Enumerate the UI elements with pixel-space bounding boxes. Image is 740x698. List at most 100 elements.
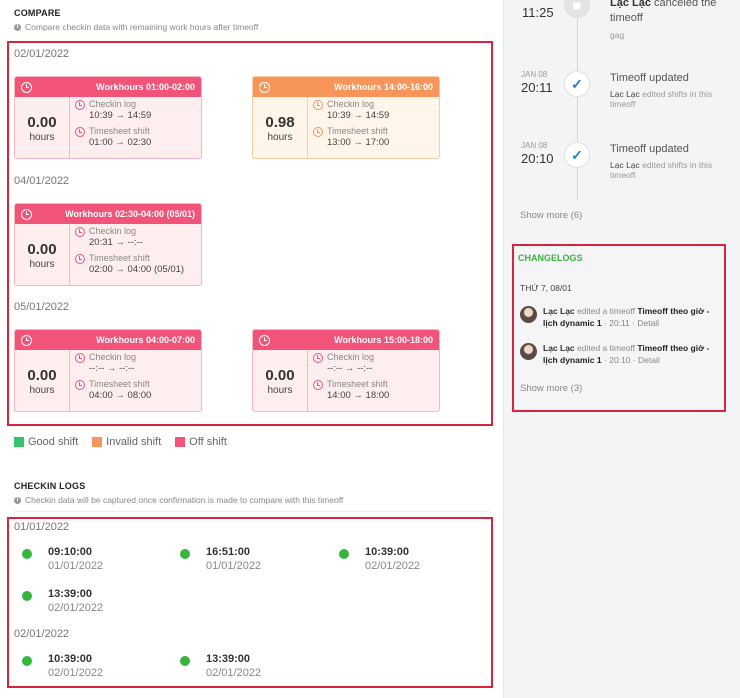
timeline-title: Lạc Lạc canceled the: [610, 0, 717, 9]
workhours-label: Workhours 01:00-02:00: [96, 82, 195, 92]
main-panel: COMPARE i Compare checkin data with rema…: [0, 0, 503, 698]
workhours-label: Workhours 04:00-07:00: [96, 335, 195, 345]
check-icon: ✓: [564, 71, 590, 97]
compare-title: COMPARE: [14, 8, 61, 18]
checkin-value: 10:39 → 14:59: [327, 110, 390, 121]
workhours-label: Workhours 02:30-04:00 (05/01): [65, 209, 195, 219]
hours-value: 0.00: [27, 367, 57, 384]
checkin-label: Checkin log: [89, 352, 137, 362]
shift-card[interactable]: Workhours 04:00-07:00 0.00 hours Checkin …: [14, 329, 202, 412]
avatar: [520, 343, 537, 360]
clock-icon: [75, 127, 85, 137]
changelogs-title: CHANGELOGS: [518, 253, 583, 263]
timeline-sub-line2: timeoff: [610, 170, 636, 180]
timesheet-value: 14:00 → 18:00: [327, 390, 390, 401]
shift-card[interactable]: Workhours 14:00-16:00 0.98 hours Checkin …: [252, 76, 440, 159]
log-date: 01/01/2022: [14, 521, 70, 533]
clock-icon: [75, 254, 85, 264]
clock-icon: [75, 353, 85, 363]
info-icon: i: [14, 23, 21, 31]
status-dot: [180, 656, 190, 666]
checkin-label: Checkin log: [89, 99, 137, 109]
hours-value: 0.00: [265, 367, 295, 384]
timeline-show-more[interactable]: Show more (6): [520, 210, 582, 221]
info-icon: i: [14, 496, 21, 504]
timesheet-value: 04:00 → 08:00: [89, 390, 152, 401]
checkin-log-item: 10:39:00 02/01/2022: [22, 652, 103, 681]
status-dot: [22, 549, 32, 559]
timeline-date: JAN 08: [521, 70, 548, 79]
shift-card[interactable]: Workhours 01:00-02:00 0.00 hours Checkin …: [14, 76, 202, 159]
timeline-sub-line2: timeoff: [610, 99, 636, 109]
timesheet-value: 01:00 → 02:30: [89, 137, 152, 148]
checkin-logs-title: CHECKIN LOGS: [14, 481, 86, 491]
checkin-label: Checkin log: [327, 99, 375, 109]
checkin-value: 10:39 → 14:59: [89, 110, 152, 121]
timeline-sub: Lạc Lạc edited shifts in this: [610, 89, 713, 99]
timesheet-value: 02:00 → 04:00 (05/01): [89, 264, 185, 275]
timesheet-value: 13:00 → 17:00: [327, 137, 390, 148]
checkin-label: Checkin log: [327, 352, 375, 362]
timesheet-label: Timesheet shift: [327, 126, 388, 136]
changelogs-show-more[interactable]: Show more (3): [520, 383, 582, 394]
checkin-label: Checkin log: [89, 226, 137, 236]
hours-value: 0.00: [27, 114, 57, 131]
avatar: [520, 306, 537, 323]
hours-unit: hours: [29, 259, 55, 270]
compare-date: 02/01/2022: [14, 48, 70, 60]
check-icon: ✓: [564, 142, 590, 168]
timesheet-label: Timesheet shift: [89, 253, 150, 263]
clock-icon: [21, 334, 32, 346]
changelog-item[interactable]: Lạc Lạc edited a timeoff Timeoff theo gi…: [520, 305, 720, 329]
clock-icon: [75, 100, 85, 110]
timesheet-label: Timesheet shift: [89, 379, 150, 389]
status-dot: [339, 549, 349, 559]
hours-unit: hours: [267, 132, 293, 143]
checkin-value: 20:31 → --:--: [89, 237, 143, 248]
legend-item-off: Off shift: [175, 436, 227, 448]
timeline-sub: Lạc Lạc edited shifts in this: [610, 160, 713, 170]
status-dot: [180, 549, 190, 559]
timeline-title: Timeoff updated: [610, 143, 689, 155]
checkin-log-item: 09:10:00 01/01/2022: [22, 545, 103, 574]
shift-card[interactable]: Workhours 02:30-04:00 (05/01) 0.00 hours …: [14, 203, 202, 286]
timeline-time: 20:11: [521, 80, 553, 95]
changelog-item[interactable]: Lạc Lạc edited a timeoff Timeoff theo gi…: [520, 342, 720, 366]
timeline-time: 11:25: [522, 5, 554, 20]
checkin-log-item: 10:39:00 02/01/2022: [339, 545, 420, 574]
clock-icon: [75, 380, 85, 390]
timesheet-label: Timesheet shift: [89, 126, 150, 136]
timeline-title: Timeoff updated: [610, 72, 689, 84]
shift-legend: Good shift Invalid shift Off shift: [14, 436, 241, 448]
clock-icon: [21, 81, 32, 93]
compare-date: 04/01/2022: [14, 175, 70, 187]
clock-icon: [313, 127, 323, 137]
compare-date: 05/01/2022: [14, 301, 70, 313]
timeline-sub: gag: [610, 30, 625, 40]
clock-icon: [259, 334, 270, 346]
compare-subtitle: i Compare checkin data with remaining wo…: [14, 22, 258, 32]
clock-icon: [313, 353, 323, 363]
hours-unit: hours: [29, 385, 55, 396]
status-dot: [22, 656, 32, 666]
checkin-log-item: 13:39:00 02/01/2022: [22, 587, 103, 616]
legend-item-good: Good shift: [14, 436, 78, 448]
checkin-value: --:-- → --:--: [327, 363, 373, 374]
clock-icon: [21, 208, 32, 220]
timeline-time: 20:10: [521, 151, 554, 166]
timeline-title-line2: timeoff: [610, 12, 643, 24]
workhours-label: Workhours 14:00-16:00: [334, 82, 433, 92]
checkin-log-item: 16:51:00 01/01/2022: [180, 545, 261, 574]
legend-item-invalid: Invalid shift: [92, 436, 161, 448]
clock-icon: [259, 81, 270, 93]
clock-icon: [75, 227, 85, 237]
checkin-log-item: 13:39:00 02/01/2022: [180, 652, 261, 681]
timeline-date: JAN 08: [521, 141, 548, 150]
checkin-value: --:-- → --:--: [89, 363, 135, 374]
hours-unit: hours: [29, 132, 55, 143]
hours-unit: hours: [267, 385, 293, 396]
log-date: 02/01/2022: [14, 628, 70, 640]
timeline-line: [577, 0, 578, 200]
shift-card[interactable]: Workhours 15:00-18:00 0.00 hours Checkin …: [252, 329, 440, 412]
checkin-logs-subtitle: i Checkin data will be captured once con…: [14, 495, 343, 505]
